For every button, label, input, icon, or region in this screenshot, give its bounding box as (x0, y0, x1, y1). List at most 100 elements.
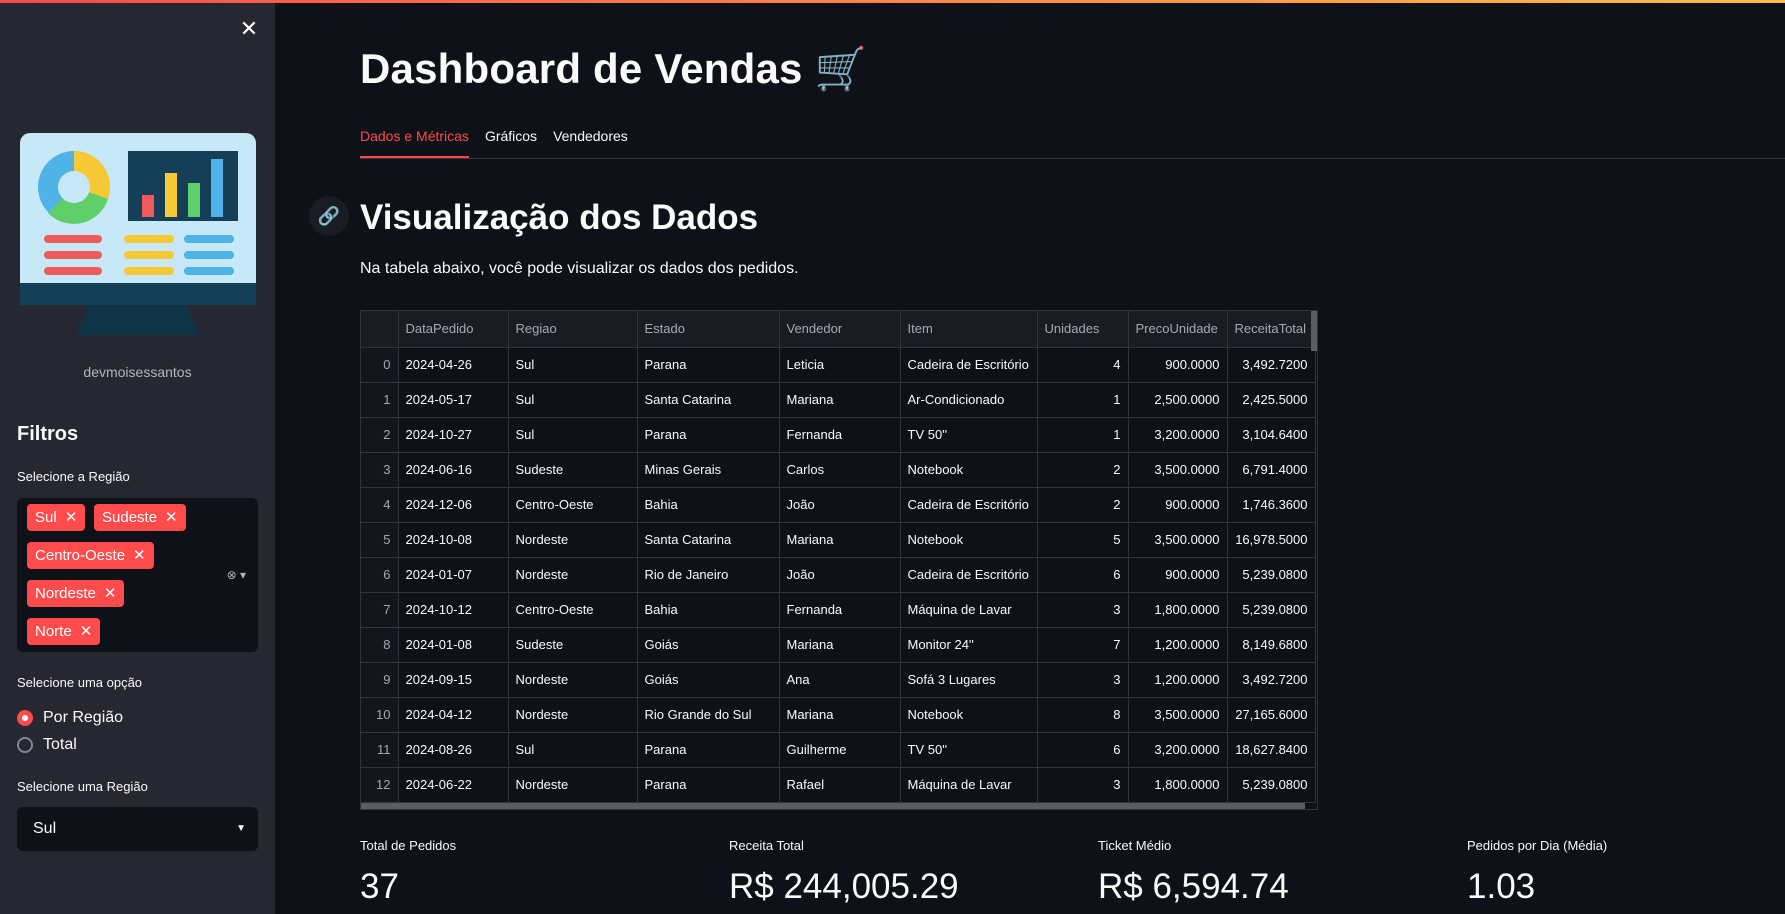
table-cell: 2 (1037, 452, 1129, 488)
table-row[interactable]: 10 2024-04-12 Nordeste Rio Grande do Sul Mar… (361, 697, 1316, 733)
table-row[interactable]: 7 2024-10-12 Centro-Oeste Bahia Fernanda Máqu… (361, 592, 1316, 628)
metric-label: Receita Total (729, 838, 804, 853)
column-header[interactable]: DataPedido (398, 311, 509, 348)
table-cell: Ana (779, 662, 901, 698)
chevron-down-icon[interactable]: ▾ (240, 568, 246, 582)
column-header[interactable]: PrecoUnidade (1128, 311, 1228, 348)
table-cell: 900.0000 (1128, 347, 1228, 383)
table-cell: Fernanda (779, 592, 901, 628)
remove-chip-icon[interactable]: ✕ (65, 509, 78, 526)
row-index: 5 (361, 522, 399, 558)
link-icon[interactable]: 🔗 (309, 196, 349, 236)
tab-dados-metricas[interactable]: Dados e Métricas (360, 128, 469, 158)
table-cell: 1 (1037, 417, 1129, 453)
table-row[interactable]: 9 2024-09-15 Nordeste Goiás Ana Sofá 3 Lugare… (361, 662, 1316, 698)
orders-table: DataPedido Regiao Estado Vendedor Item Unidad… (361, 311, 1316, 803)
table-cell: 8,149.6800 (1227, 627, 1316, 663)
table-cell: Rio Grande do Sul (637, 697, 780, 733)
table-row[interactable]: 1 2024-05-17 Sul Santa Catarina Mariana Ar-Co… (361, 382, 1316, 418)
table-row[interactable]: 0 2024-04-26 Sul Parana Leticia Cadeira de Es… (361, 347, 1316, 383)
table-row[interactable]: 5 2024-10-08 Nordeste Santa Catarina Mariana… (361, 522, 1316, 558)
close-icon[interactable]: ✕ (237, 17, 261, 41)
table-cell: Santa Catarina (637, 522, 780, 558)
tab-vendedores[interactable]: Vendedores (553, 128, 628, 158)
row-index: 6 (361, 557, 399, 593)
dashboard-logo (20, 133, 256, 335)
region-label: Selecione a Região (17, 469, 130, 484)
table-cell: Sudeste (508, 452, 638, 488)
sidebar-caption: devmoisessantos (83, 364, 192, 380)
table-cell: Sul (508, 382, 638, 418)
metric-total-pedidos: Total de Pedidos 37 (360, 838, 456, 907)
row-index: 2 (361, 417, 399, 453)
table-cell: 3,200.0000 (1128, 417, 1228, 453)
table-cell: Santa Catarina (637, 382, 780, 418)
table-cell: Leticia (779, 347, 901, 383)
table-cell: Sul (508, 347, 638, 383)
table-cell: Parana (637, 347, 780, 383)
region-multiselect[interactable]: Sul ✕ Sudeste ✕ Centro-Oeste ✕ Nordeste ✕ No… (17, 498, 258, 652)
column-header[interactable]: Vendedor (779, 311, 901, 348)
table-cell: João (779, 557, 901, 593)
table-cell: 18,627.8400 (1227, 732, 1316, 768)
table-cell: 1,746.3600 (1227, 487, 1316, 523)
table-cell: Goiás (637, 662, 780, 698)
table-cell: Sul (508, 732, 638, 768)
table-cell: 2024-10-08 (398, 522, 509, 558)
select-value: Sul (33, 820, 57, 837)
page-title: Dashboard de Vendas 🛒 (360, 45, 867, 92)
remove-chip-icon[interactable]: ✕ (133, 547, 146, 564)
table-cell: Goiás (637, 627, 780, 663)
row-index: 8 (361, 627, 399, 663)
vertical-scrollbar[interactable] (1311, 311, 1317, 351)
metric-value: R$ 244,005.29 (729, 867, 959, 906)
table-cell: 1,800.0000 (1128, 592, 1228, 628)
region-chip: Norte ✕ (27, 618, 101, 645)
table-cell: 4 (1037, 347, 1129, 383)
table-cell: 1 (1037, 382, 1129, 418)
table-row[interactable]: 11 2024-08-26 Sul Parana Guilherme TV 50'' 6 3,… (361, 732, 1316, 768)
table-cell: 7 (1037, 627, 1129, 663)
column-header[interactable] (361, 311, 399, 348)
row-index: 3 (361, 452, 399, 488)
table-cell: Fernanda (779, 417, 901, 453)
radio-total[interactable]: Total (17, 736, 77, 754)
tab-graficos[interactable]: Gráficos (485, 128, 537, 158)
table-cell: 2024-08-26 (398, 732, 509, 768)
table-cell: Parana (637, 732, 780, 768)
table-cell: 3,492.7200 (1227, 662, 1316, 698)
table-row[interactable]: 3 2024-06-16 Sudeste Minas Gerais Carlos Note… (361, 452, 1316, 488)
column-header[interactable]: Estado (637, 311, 780, 348)
remove-chip-icon[interactable]: ✕ (80, 623, 93, 640)
remove-chip-icon[interactable]: ✕ (104, 585, 117, 602)
table-cell: Bahia (637, 487, 780, 523)
region-chip: Nordeste ✕ (27, 580, 125, 607)
table-row[interactable]: 4 2024-12-06 Centro-Oeste Bahia João Cadeira … (361, 487, 1316, 523)
clear-all-icon[interactable]: ⊗ (227, 568, 237, 582)
table-cell: 3,104.6400 (1227, 417, 1316, 453)
table-cell: 6 (1037, 732, 1129, 768)
chip-label: Sul (35, 509, 57, 526)
table-cell: 2,425.5000 (1227, 382, 1316, 418)
horizontal-scrollbar[interactable] (361, 803, 1305, 809)
region-select[interactable]: Sul ▼ (17, 807, 258, 851)
region-chip: Centro-Oeste ✕ (27, 542, 154, 569)
column-header[interactable]: Regiao (508, 311, 638, 348)
row-index: 9 (361, 662, 399, 698)
radio-por-regiao[interactable]: Por Região (17, 709, 123, 727)
table-cell: 2024-10-27 (398, 417, 509, 453)
table-row[interactable]: 12 2024-06-22 Nordeste Parana Rafael Máquina … (361, 767, 1316, 803)
column-header[interactable]: Unidades (1037, 311, 1129, 348)
table-row[interactable]: 2 2024-10-27 Sul Parana Fernanda TV 50'' 1 3,20… (361, 417, 1316, 453)
table-row[interactable]: 6 2024-01-07 Nordeste Rio de Janeiro João Cad… (361, 557, 1316, 593)
data-table[interactable]: DataPedido Regiao Estado Vendedor Item Unidad… (360, 310, 1318, 810)
table-cell: 3 (1037, 767, 1129, 803)
column-header[interactable]: ReceitaTotal (1227, 311, 1316, 348)
remove-chip-icon[interactable]: ✕ (165, 509, 178, 526)
table-cell: 5,239.0800 (1227, 592, 1316, 628)
table-cell: Notebook (900, 697, 1038, 733)
metric-label: Total de Pedidos (360, 838, 457, 853)
column-header[interactable]: Item (900, 311, 1038, 348)
table-row[interactable]: 8 2024-01-08 Sudeste Goiás Mariana Monitor 24… (361, 627, 1316, 663)
table-cell: 6 (1037, 557, 1129, 593)
